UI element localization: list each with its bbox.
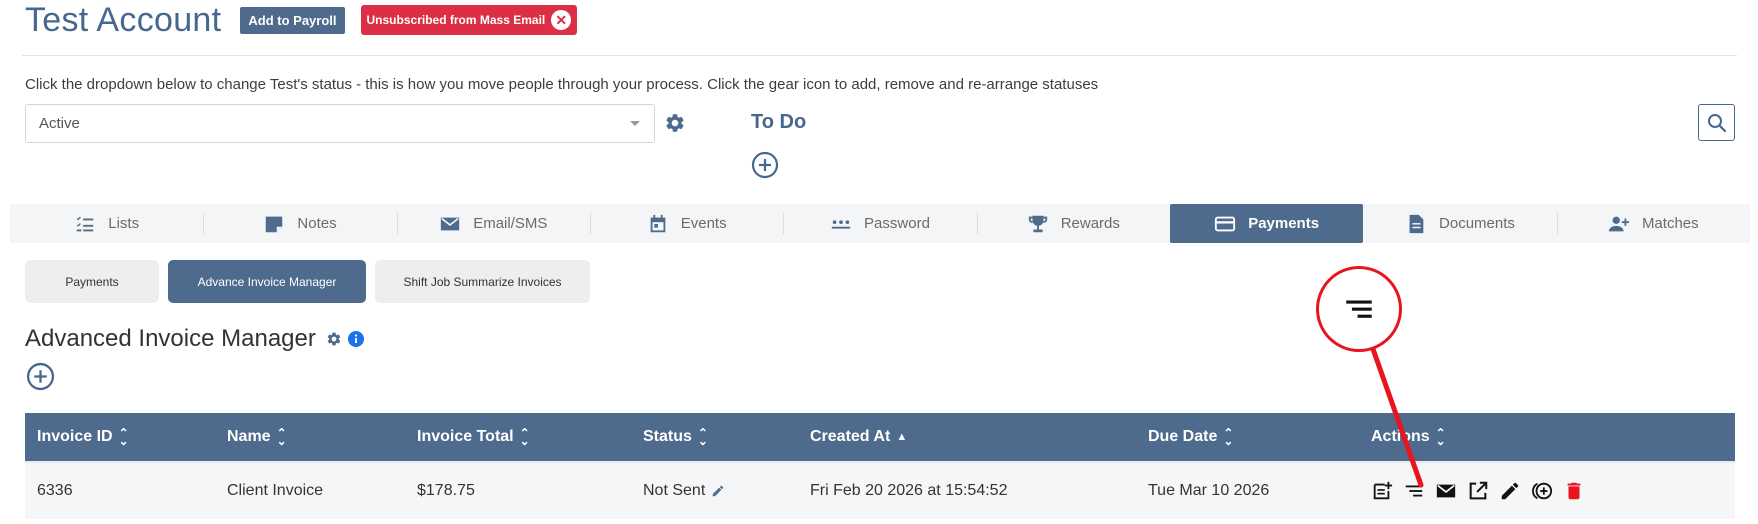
calendar-icon xyxy=(650,214,666,232)
note-icon xyxy=(266,216,283,232)
column-header-status[interactable]: Status ⌃ ⌄ xyxy=(631,426,798,448)
subtab-shift-job-summarize-invoices[interactable]: Shift Job Summarize Invoices xyxy=(375,260,590,303)
sort-icon: ⌃ ⌄ xyxy=(697,426,708,448)
main-tabs: Lists Notes Email/SMS Events Password Re… xyxy=(10,204,1750,243)
tab-label: Email/SMS xyxy=(473,215,548,232)
unsubscribed-badge: Unsubscribed from Mass Email ✕ xyxy=(360,5,578,35)
envelope-icon xyxy=(441,217,460,230)
add-circle-icon[interactable] xyxy=(1531,480,1553,502)
cell-created-at: Fri Feb 20 2026 at 15:54:52 xyxy=(810,482,1008,499)
sort-icon: ⌃ ⌄ xyxy=(1223,426,1234,448)
tab-label: Events xyxy=(680,215,727,232)
row-actions xyxy=(1371,480,1585,502)
info-icon[interactable] xyxy=(347,331,364,347)
section-title-row: Advanced Invoice Manager xyxy=(25,325,364,353)
sort-ascending-icon: ▲ xyxy=(896,431,908,443)
unsubscribed-badge-label: Unsubscribed from Mass Email xyxy=(366,13,546,27)
todo-title: To Do xyxy=(751,111,807,133)
sub-tabs: Payments Advance Invoice Manager Shift J… xyxy=(25,260,590,303)
search-button[interactable] xyxy=(1698,104,1735,141)
pencil-icon[interactable] xyxy=(711,484,725,498)
sort-icon: ⌃ ⌄ xyxy=(118,426,129,448)
subtab-advance-invoice-manager[interactable]: Advance Invoice Manager xyxy=(168,260,366,303)
status-value: Not Sent xyxy=(643,482,706,499)
column-header-label: Status xyxy=(643,428,692,445)
user-add-icon xyxy=(1608,216,1630,231)
column-header-invoice-total[interactable]: Invoice Total ⌃ ⌄ xyxy=(405,426,631,448)
column-header-due-date[interactable]: Due Date ⌃ ⌄ xyxy=(1136,426,1359,448)
tab-documents[interactable]: Documents xyxy=(1363,204,1556,243)
tab-events[interactable]: Events xyxy=(589,204,783,243)
tab-label: Matches xyxy=(1641,215,1699,232)
column-header-created-at[interactable]: Created At ▲ xyxy=(798,428,1136,446)
password-icon xyxy=(831,219,851,229)
invoice-table: Invoice ID ⌃ ⌄ Name ⌃ ⌄ Invoice Total ⌃ ⌄ Stat… xyxy=(25,413,1735,519)
status-dropdown[interactable]: Active xyxy=(25,104,655,143)
tab-matches[interactable]: Matches xyxy=(1556,204,1750,243)
tab-rewards[interactable]: Rewards xyxy=(976,204,1170,243)
tab-label: Notes xyxy=(297,215,337,232)
envelope-icon[interactable] xyxy=(1435,480,1457,502)
add-note-icon[interactable] xyxy=(1371,480,1393,502)
sort-icon: ⌃ ⌄ xyxy=(519,426,530,448)
status-help-text: Click the dropdown below to change Test'… xyxy=(25,76,1099,93)
column-header-label: Due Date xyxy=(1148,428,1218,445)
cell-status: Not Sent xyxy=(631,482,798,500)
credit-card-icon xyxy=(1215,216,1236,231)
cell-invoice-total: $178.75 xyxy=(417,482,475,499)
tab-notes[interactable]: Notes xyxy=(203,204,396,243)
trash-icon[interactable] xyxy=(1563,480,1585,502)
document-icon xyxy=(1409,214,1424,233)
cell-name: Client Invoice xyxy=(227,482,324,499)
table-header: Invoice ID ⌃ ⌄ Name ⌃ ⌄ Invoice Total ⌃ ⌄ Stat… xyxy=(25,413,1735,461)
tab-label: Payments xyxy=(1248,215,1320,232)
column-header-label: Actions xyxy=(1371,428,1430,445)
cell-invoice-id: 6336 xyxy=(37,482,73,499)
sort-lines-icon[interactable] xyxy=(1403,480,1425,502)
page-header: Test Account Add to Payroll Unsubscribed… xyxy=(25,0,578,40)
add-to-payroll-button[interactable]: Add to Payroll xyxy=(240,6,345,34)
status-selected-value: Active xyxy=(39,115,80,132)
tab-label: Rewards xyxy=(1060,215,1120,232)
zoom-callout xyxy=(1316,266,1402,352)
tab-label: Documents xyxy=(1439,215,1515,232)
checklist-icon xyxy=(76,216,94,231)
column-header-label: Invoice ID xyxy=(37,428,113,445)
add-circle-icon[interactable] xyxy=(751,151,779,179)
divider xyxy=(22,55,1737,56)
chevron-down-icon xyxy=(630,121,640,126)
sort-lines-icon xyxy=(1346,300,1372,318)
search-icon xyxy=(1707,113,1726,132)
open-external-icon[interactable] xyxy=(1467,480,1489,502)
column-header-label: Created At xyxy=(810,428,891,445)
gear-icon[interactable] xyxy=(664,112,686,134)
column-header-name[interactable]: Name ⌃ ⌄ xyxy=(215,426,405,448)
tab-email-sms[interactable]: Email/SMS xyxy=(396,204,590,243)
sort-icon: ⌃ ⌄ xyxy=(1435,426,1446,448)
sort-icon: ⌃ ⌄ xyxy=(276,426,287,448)
column-header-actions[interactable]: Actions ⌃ ⌄ xyxy=(1359,426,1735,448)
column-header-invoice-id[interactable]: Invoice ID ⌃ ⌄ xyxy=(25,426,215,448)
tab-payments[interactable]: Payments xyxy=(1169,204,1364,243)
close-circle-icon[interactable]: ✕ xyxy=(551,10,572,30)
tab-lists[interactable]: Lists xyxy=(10,204,203,243)
tab-label: Lists xyxy=(108,215,140,232)
tab-password[interactable]: Password xyxy=(783,204,976,243)
cell-due-date: Tue Mar 10 2026 xyxy=(1148,482,1270,499)
table-row: 6336 Client Invoice $178.75 Not Sent Fri… xyxy=(25,461,1735,519)
pencil-icon[interactable] xyxy=(1499,480,1521,502)
column-header-label: Invoice Total xyxy=(417,428,514,445)
add-circle-icon[interactable] xyxy=(26,362,55,391)
page-title: Test Account xyxy=(25,0,222,39)
column-header-label: Name xyxy=(227,428,271,445)
section-title: Advanced Invoice Manager xyxy=(25,325,316,352)
trophy-icon xyxy=(1028,215,1047,232)
tab-label: Password xyxy=(864,215,930,232)
subtab-payments[interactable]: Payments xyxy=(25,260,159,303)
gear-icon[interactable] xyxy=(326,331,342,347)
cell-actions xyxy=(1359,480,1735,502)
